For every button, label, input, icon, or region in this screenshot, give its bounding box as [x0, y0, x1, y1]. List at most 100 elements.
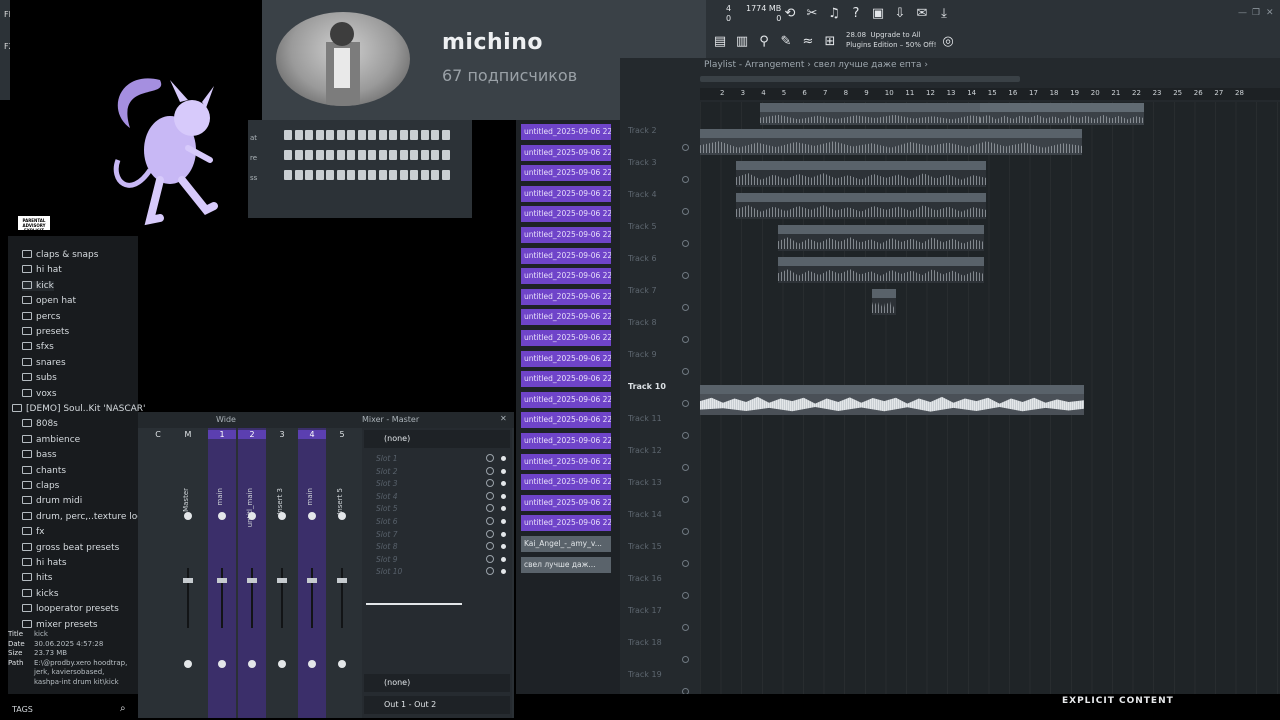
track-mute-icon[interactable] [682, 496, 689, 503]
slot-enable-toggle[interactable] [501, 569, 506, 575]
effect-slot[interactable]: Slot 3 [376, 479, 398, 488]
step-button[interactable] [357, 130, 366, 140]
volume-fader-handle[interactable] [307, 578, 317, 583]
pattern-item[interactable]: untitled_2025-09-06 22-... [521, 247, 611, 264]
folder-item[interactable]: looperator presets [22, 604, 119, 614]
pattern-item[interactable]: untitled_2025-09-06 22-... [521, 144, 611, 161]
track-header[interactable]: Track 2 [628, 126, 657, 135]
track-header[interactable]: Track 13 [628, 478, 662, 487]
output-select[interactable]: Out 1 - Out 2 [364, 696, 510, 714]
slot-mix-knob[interactable] [486, 479, 494, 488]
folder-item[interactable]: sfxs [22, 342, 54, 352]
track-header[interactable]: Track 3 [628, 158, 657, 167]
audio-clip[interactable]: Kai_Angel_-_amy_vocal [980, 103, 1144, 125]
step-button[interactable] [410, 170, 418, 180]
step-button[interactable] [399, 150, 408, 160]
pattern-item[interactable]: untitled_2025-09-06 22-... [521, 330, 611, 346]
mixer-strip[interactable]: M Master [174, 428, 202, 718]
slot-enable-toggle[interactable] [501, 519, 506, 524]
folder-item[interactable]: hi hats [22, 558, 67, 568]
step-button[interactable] [305, 150, 313, 160]
track-mute-icon[interactable] [682, 240, 689, 247]
pattern-item[interactable]: untitled_2025-09-06 22-... [521, 371, 611, 388]
step-button[interactable] [315, 170, 324, 180]
arrangement-grid[interactable]: свел лучше даже епта Kai_Angel_-_amy_voc… [700, 102, 1280, 694]
brush-icon[interactable]: ✎ [778, 34, 794, 50]
track-header[interactable]: Track 8 [628, 318, 657, 327]
pattern-item[interactable]: untitled_2025-09-06 22-... [521, 433, 611, 449]
pattern-item[interactable]: untitled_2025-09-06 22-... [521, 185, 611, 202]
send-knob[interactable] [338, 660, 346, 668]
step-button[interactable] [336, 130, 345, 140]
send-knob[interactable] [308, 660, 316, 668]
step-button[interactable] [326, 150, 334, 160]
step-button[interactable] [336, 150, 345, 160]
audio-clip[interactable] [778, 257, 984, 283]
slot-enable-toggle[interactable] [501, 456, 506, 461]
channel-label[interactable]: re [250, 154, 257, 162]
pattern-item[interactable]: untitled_2025-09-06 22-... [521, 391, 611, 408]
pattern-item[interactable]: untitled_2025-09-06 22-... [521, 206, 611, 223]
track-header[interactable]: Track 5 [628, 222, 657, 231]
track-mute-icon[interactable] [682, 592, 689, 599]
step-button[interactable] [294, 150, 303, 160]
folder-item[interactable]: drum, perc,..texture loops [22, 512, 153, 522]
step-button[interactable] [347, 130, 355, 140]
pattern-item[interactable]: untitled_2025-09-06 22-... [521, 412, 611, 429]
pattern-item[interactable]: untitled_2025-09-06 22-... [521, 453, 611, 470]
pan-knob[interactable] [248, 512, 256, 520]
step-button[interactable] [347, 170, 355, 180]
step-button[interactable] [294, 130, 303, 140]
track-header[interactable]: Track 7 [628, 286, 657, 295]
pan-knob[interactable] [278, 512, 286, 520]
track-mute-icon[interactable] [682, 144, 689, 151]
step-button[interactable] [368, 130, 376, 140]
help-icon[interactable]: ? [848, 6, 864, 22]
track-mute-icon[interactable] [682, 656, 689, 663]
track-mute-icon[interactable] [682, 368, 689, 375]
audio-clip[interactable] [872, 289, 896, 315]
folder-root[interactable]: [DEMO] Soul..Kit 'NASCAR' [12, 404, 146, 414]
step-button[interactable] [357, 170, 366, 180]
effect-slot[interactable]: Slot 5 [376, 504, 398, 513]
step-button[interactable] [284, 150, 292, 160]
folder-item[interactable]: drum midi [22, 496, 82, 506]
folder-item[interactable]: kicks [22, 589, 59, 599]
step-button[interactable] [378, 130, 387, 140]
volume-fader-handle[interactable] [183, 578, 193, 583]
step-button[interactable] [420, 150, 429, 160]
folder-item[interactable]: gross beat presets [22, 543, 119, 553]
step-button[interactable] [294, 170, 303, 180]
cart-icon[interactable]: ⊞ [822, 34, 838, 50]
step-button[interactable] [284, 170, 292, 180]
pattern-item[interactable]: untitled_2025-09-06 22-... [521, 474, 611, 491]
mixer-strip[interactable]: C [144, 428, 172, 718]
volume-fader-track[interactable] [341, 568, 343, 628]
mixer-view[interactable]: Wide [216, 415, 236, 424]
track-mute-icon[interactable] [682, 272, 689, 279]
folder-item[interactable]: subs [22, 373, 57, 383]
microphone-icon[interactable]: ♫ [826, 6, 842, 22]
track-mute-icon[interactable] [682, 432, 689, 439]
channel-avatar[interactable] [276, 12, 410, 106]
folder-item[interactable]: claps & snaps [22, 250, 98, 260]
volume-fader-handle[interactable] [247, 578, 257, 583]
effect-slot[interactable]: Slot 6 [376, 517, 398, 526]
track-mute-icon[interactable] [682, 304, 689, 311]
globe-icon[interactable]: ◎ [940, 34, 956, 50]
step-button[interactable] [441, 150, 450, 160]
slot-enable-toggle[interactable] [501, 556, 506, 562]
playlist-icon[interactable]: ▤ [712, 34, 728, 50]
folder-item[interactable]: chants [22, 466, 66, 476]
effect-slot[interactable]: Slot 1 [376, 454, 398, 463]
pattern-item[interactable]: untitled_2025-09-06 22-... [521, 227, 611, 243]
mixer-strip[interactable]: 2 untitl_main [238, 428, 266, 718]
track-header[interactable]: Track 19 [628, 670, 662, 679]
pan-knob[interactable] [308, 512, 316, 520]
step-button[interactable] [305, 130, 313, 140]
track-header[interactable]: Track 17 [628, 606, 662, 615]
audio-pattern-item[interactable]: Kai_Angel_-_amy_v... [521, 536, 611, 552]
track-mute-icon[interactable] [682, 560, 689, 567]
close-icon[interactable]: ✕ [1266, 8, 1274, 18]
slot-enable-toggle[interactable] [501, 506, 506, 512]
